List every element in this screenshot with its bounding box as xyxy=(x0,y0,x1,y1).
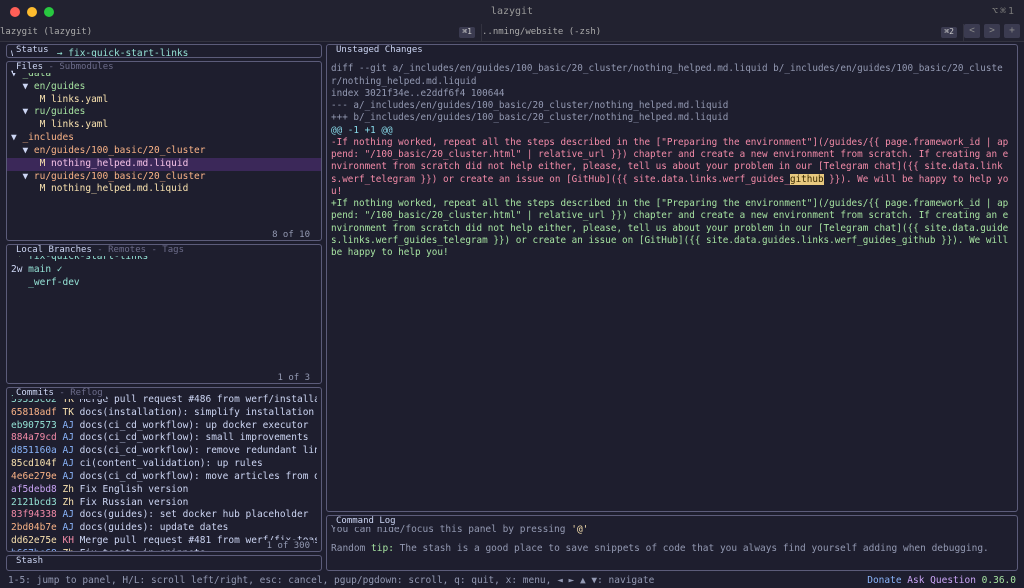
tree-item[interactable]: M nothing_helped.md.liquid xyxy=(11,183,317,196)
bottom-help-bar: 1-5: jump to panel, H/L: scroll left/rig… xyxy=(0,574,1024,588)
commit-item[interactable]: af5debd8 Zh Fix English version xyxy=(11,484,317,497)
version-text: 0.36.0 xyxy=(982,575,1016,586)
close-icon[interactable] xyxy=(10,7,20,17)
commits-panel[interactable]: Commits - Reflog 39353c02 TK Merge pull … xyxy=(6,387,322,552)
tab-add-icon[interactable]: + xyxy=(1004,24,1020,38)
panel-title: Unstaged Changes xyxy=(333,44,426,56)
tree-item[interactable]: ▼ ru/guides xyxy=(11,106,317,119)
commit-item[interactable]: 65818adf TK docs(installation): simplify… xyxy=(11,407,317,420)
tab-prev-icon[interactable]: < xyxy=(964,24,980,38)
tab-shortcut: ⌘1 xyxy=(459,27,475,38)
panel-title: Files - Submodules xyxy=(13,61,117,73)
tree-item[interactable]: ▼ en/guides xyxy=(11,81,317,94)
status-sep: → xyxy=(57,48,63,58)
commit-item[interactable]: 884a79cd AJ docs(ci_cd_workflow): small … xyxy=(11,432,317,445)
tree-item[interactable]: M links.yaml xyxy=(11,94,317,107)
zoom-icon[interactable] xyxy=(44,7,54,17)
tab-2[interactable]: ..nming/website (-zsh) ⌘2 xyxy=(482,24,964,41)
branches-footer: 1 of 3 xyxy=(274,372,313,384)
window-shortcut: ⌥⌘1 xyxy=(992,5,1024,19)
diff-panel[interactable]: Unstaged Changes diff --git a/_includes/… xyxy=(326,44,1018,512)
tree-item[interactable]: ▼ _includes xyxy=(11,132,317,145)
tree-item[interactable]: ▼ ru/guides/100_basic/20_cluster xyxy=(11,171,317,184)
help-text: 1-5: jump to panel, H/L: scroll left/rig… xyxy=(8,575,654,588)
commit-item[interactable]: 2bd04b7e AJ docs(guides): update dates xyxy=(11,522,317,535)
tab-label: ..nming/website (-zsh) xyxy=(482,26,601,38)
commit-item[interactable]: 4e6e279e AJ docs(ci_cd_workflow): move a… xyxy=(11,471,317,484)
commit-item[interactable]: 83f94338 AJ docs(guides): set docker hub… xyxy=(11,509,317,522)
commit-item[interactable]: eb907573 AJ docs(ci_cd_workflow): up doc… xyxy=(11,420,317,433)
branch-item[interactable]: 2w main ✓ xyxy=(11,264,317,277)
branch-item[interactable]: _werf-dev xyxy=(11,277,317,290)
cmdlog-hint: You can hide/focus this panel by pressin… xyxy=(331,524,1013,537)
files-panel[interactable]: Files - Submodules ▼ _data ▼ en/guides M… xyxy=(6,61,322,241)
commits-list[interactable]: 39353c02 TK Merge pull request #486 from… xyxy=(11,390,317,552)
donate-link[interactable]: Donate xyxy=(867,575,901,586)
tab-1[interactable]: lazygit (lazygit) ⌘1 xyxy=(0,24,482,41)
tree-item[interactable]: M links.yaml xyxy=(11,119,317,132)
tab-next-icon[interactable]: > xyxy=(984,24,1000,38)
commit-item[interactable]: d851160a AJ docs(ci_cd_workflow): remove… xyxy=(11,445,317,458)
panel-title: Commits - Reflog xyxy=(13,387,106,399)
status-branch: fix-quick-start-links xyxy=(68,48,188,58)
tree-item[interactable]: M nothing_helped.md.liquid xyxy=(7,158,321,171)
branches-panel[interactable]: Local Branches - Remotes - Tags * fix-qu… xyxy=(6,244,322,384)
ask-question-link[interactable]: Ask Question xyxy=(907,575,976,586)
files-footer: 8 of 10 xyxy=(269,229,313,241)
tree-item[interactable]: ▼ en/guides/100_basic/20_cluster xyxy=(11,145,317,158)
terminal-tabbar: lazygit (lazygit) ⌘1 ..nming/website (-z… xyxy=(0,24,1024,42)
panel-title: Local Branches - Remotes - Tags xyxy=(13,244,187,256)
status-panel[interactable]: Status website → fix-quick-start-links xyxy=(6,44,322,58)
tab-label: lazygit (lazygit) xyxy=(0,26,92,38)
stash-panel[interactable]: Stash xyxy=(6,555,322,571)
window-title: lazygit xyxy=(491,5,533,19)
diff-content: diff --git a/_includes/en/guides/100_bas… xyxy=(331,47,1013,272)
commit-item[interactable]: 85cd104f AJ ci(content_validation): up r… xyxy=(11,458,317,471)
minimize-icon[interactable] xyxy=(27,7,37,17)
panel-title: Stash xyxy=(13,555,46,567)
panel-title: Command Log xyxy=(333,515,399,527)
command-log-panel[interactable]: Command Log You can hide/focus this pane… xyxy=(326,515,1018,571)
commit-item[interactable]: 2121bcd3 Zh Fix Russian version xyxy=(11,497,317,510)
commits-footer: 1 of 300 xyxy=(264,540,313,552)
file-tree[interactable]: ▼ _data ▼ en/guides M links.yaml ▼ ru/gu… xyxy=(11,64,317,196)
window-titlebar: lazygit ⌥⌘1 xyxy=(0,0,1024,24)
lazygit-workspace: Status website → fix-quick-start-links F… xyxy=(0,42,1024,574)
tab-shortcut: ⌘2 xyxy=(941,27,957,38)
panel-title: Status xyxy=(13,44,52,56)
cmdlog-tip: Random tip: The stash is a good place to… xyxy=(331,543,1013,556)
